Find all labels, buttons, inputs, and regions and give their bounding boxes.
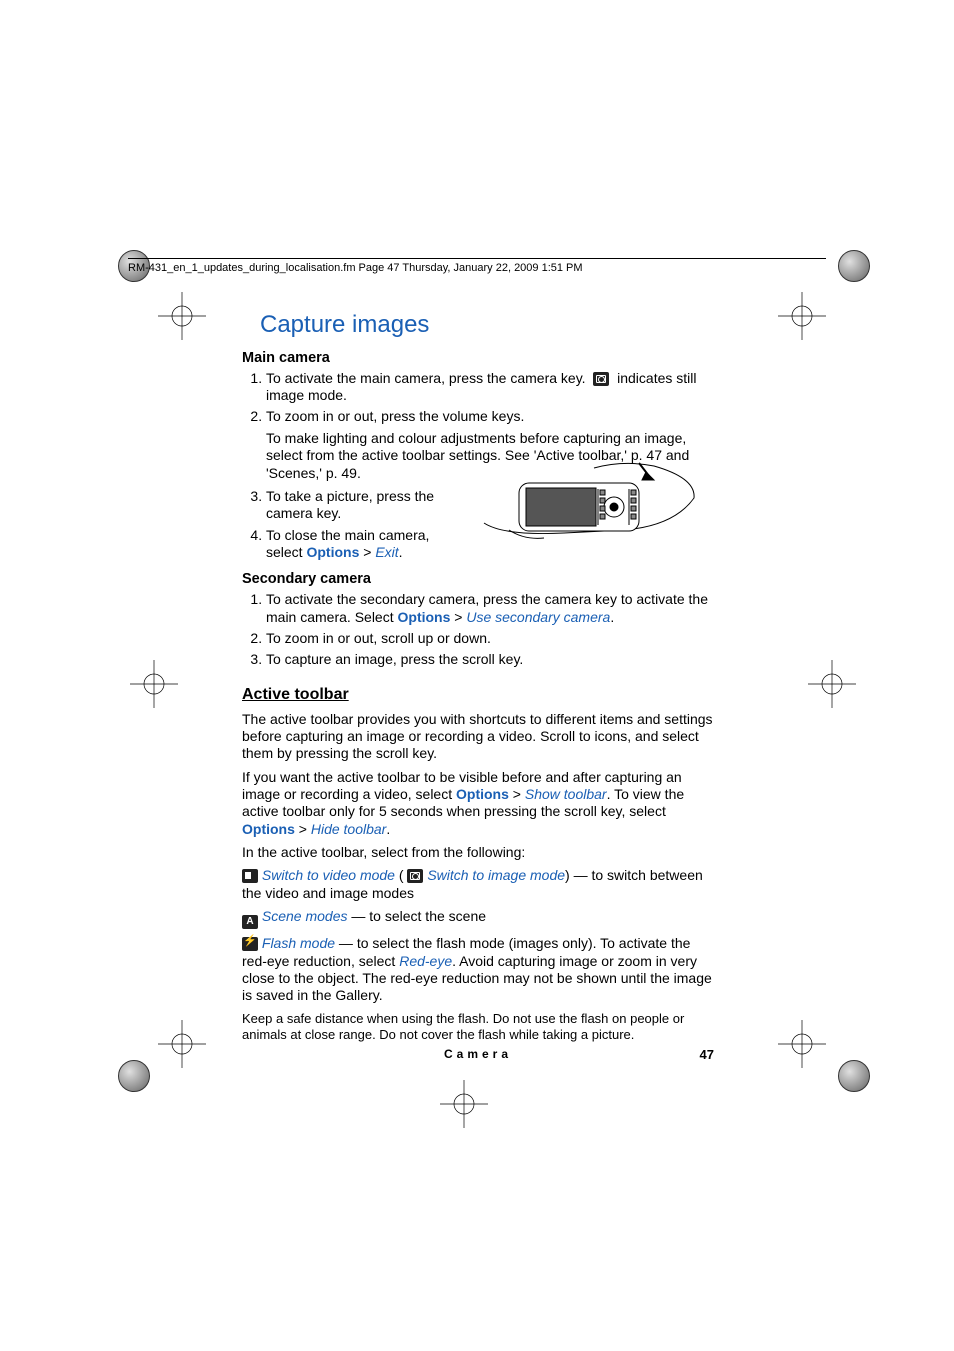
- phone-illustration: [474, 458, 714, 548]
- list-item: To capture an image, press the scroll ke…: [266, 651, 714, 668]
- body-text: Keep a safe distance when using the flas…: [242, 1011, 714, 1043]
- header-rule: [128, 258, 826, 259]
- body-text: The active toolbar provides you with sho…: [242, 711, 714, 763]
- corner-sphere-icon: [118, 1060, 150, 1092]
- registration-mark-icon: [158, 292, 206, 340]
- step-text: To zoom in or out, scroll up or down.: [266, 630, 491, 646]
- list-item: To activate the main camera, press the c…: [266, 370, 714, 405]
- menu-option: Options: [306, 544, 359, 560]
- page-container: RM-431_en_1_updates_during_localisation.…: [0, 0, 954, 1351]
- camera-icon: [593, 372, 609, 386]
- registration-mark-icon: [130, 660, 178, 708]
- menu-option: Options: [242, 821, 295, 837]
- scene-mode-icon: A: [242, 915, 258, 929]
- separator: >: [509, 786, 525, 802]
- step-text: To capture an image, press the scroll ke…: [266, 651, 523, 667]
- registration-mark-icon: [158, 1020, 206, 1068]
- menu-command: Show toolbar: [525, 786, 607, 802]
- text: — to select the scene: [348, 908, 487, 924]
- text: .: [386, 821, 390, 837]
- list-item: To close the main camera, select Options…: [266, 527, 466, 562]
- content-area: Capture images Main camera To activate t…: [242, 310, 714, 1049]
- menu-option: Options: [398, 609, 451, 625]
- body-text: If you want the active toolbar to be vis…: [242, 769, 714, 838]
- corner-sphere-icon: [838, 1060, 870, 1092]
- step-text: .: [399, 544, 403, 560]
- main-camera-heading: Main camera: [242, 350, 714, 368]
- list-item: To zoom in or out, scroll up or down.: [266, 630, 714, 647]
- running-head: RM-431_en_1_updates_during_localisation.…: [128, 262, 583, 274]
- menu-option: Options: [456, 786, 509, 802]
- registration-mark-icon: [440, 1080, 488, 1128]
- active-toolbar-heading: Active toolbar: [242, 685, 714, 705]
- image-mode-icon: [407, 869, 423, 883]
- secondary-camera-heading: Secondary camera: [242, 571, 714, 589]
- separator: >: [295, 821, 311, 837]
- toolbar-item: Switch to video mode ( Switch to image m…: [242, 867, 714, 902]
- step-text: To zoom in or out, press the volume keys…: [266, 408, 524, 424]
- section-title: Capture images: [260, 310, 714, 340]
- video-mode-icon: [242, 869, 258, 883]
- step-text: To take a picture, press the camera key.: [266, 488, 434, 521]
- registration-mark-icon: [808, 660, 856, 708]
- list-item: To activate the secondary camera, press …: [266, 591, 714, 626]
- step-text: .: [610, 609, 614, 625]
- registration-mark-icon: [778, 292, 826, 340]
- footer-section-name: Camera: [242, 1047, 714, 1061]
- secondary-camera-steps: To activate the secondary camera, press …: [242, 591, 714, 668]
- item-name: Switch to image mode: [427, 867, 565, 883]
- item-name: Switch to video mode: [262, 867, 395, 883]
- step-text: To activate the main camera, press the c…: [266, 370, 586, 386]
- footer-page-number: 47: [700, 1047, 714, 1062]
- list-item: To take a picture, press the camera key.: [266, 488, 466, 523]
- body-text: In the active toolbar, select from the f…: [242, 844, 714, 861]
- menu-command: Hide toolbar: [311, 821, 387, 837]
- item-name: Scene modes: [262, 908, 348, 924]
- separator: >: [450, 609, 466, 625]
- text: (: [395, 867, 407, 883]
- page-footer: Camera 47: [242, 1047, 714, 1061]
- flash-mode-icon: [242, 937, 258, 951]
- menu-command: Exit: [375, 544, 398, 560]
- menu-command: Use secondary camera: [466, 609, 610, 625]
- menu-command: Red-eye: [399, 953, 452, 969]
- separator: >: [359, 544, 375, 560]
- registration-mark-icon: [778, 1020, 826, 1068]
- item-name: Flash mode: [262, 935, 335, 951]
- toolbar-item: A Scene modes — to select the scene: [242, 908, 714, 929]
- toolbar-item: Flash mode — to select the flash mode (i…: [242, 935, 714, 1004]
- corner-sphere-icon: [838, 250, 870, 282]
